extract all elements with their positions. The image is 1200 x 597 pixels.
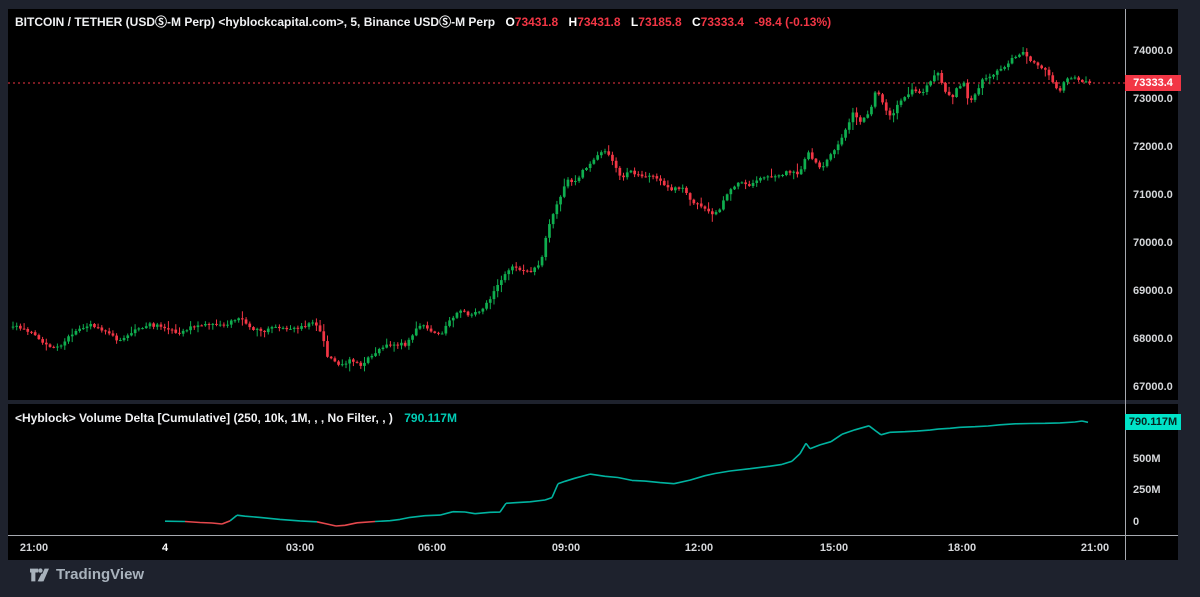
indicator-legend[interactable]: <Hyblock> Volume Delta [Cumulative] (250… — [15, 411, 457, 425]
tradingview-wordmark: TradingView — [56, 566, 144, 583]
ohlc-close-key: C — [692, 15, 701, 29]
volume-axis-label: 250M — [1133, 483, 1161, 497]
price-axis-label: 71000.0 — [1133, 188, 1173, 202]
price-axis-label: 68000.0 — [1133, 332, 1173, 346]
ohlc-close-value: 73333.4 — [701, 15, 744, 29]
time-axis-label: 09:00 — [552, 541, 580, 555]
time-axis-label: 06:00 — [418, 541, 446, 555]
volume-axis-label: 500M — [1133, 452, 1161, 466]
price-axis-border — [1125, 9, 1126, 560]
tradingview-icon — [30, 567, 49, 583]
symbol-legend[interactable]: BITCOIN / TETHER (USDⓈ-M Perp) <hyblockc… — [15, 13, 831, 30]
time-axis-label: 21:00 — [20, 541, 48, 555]
symbol-title[interactable]: BITCOIN / TETHER (USDⓈ-M Perp) <hyblockc… — [15, 15, 495, 29]
time-axis-day-label: 4 — [162, 541, 168, 555]
price-axis-label: 67000.0 — [1133, 380, 1173, 394]
ohlc-high-key: H — [569, 15, 578, 29]
price-axis-label: 73000.0 — [1133, 92, 1173, 106]
price-axis-label: 74000.0 — [1133, 44, 1173, 58]
last-volume-delta-badge: 790.117M — [1125, 414, 1181, 430]
price-axis-label: 70000.0 — [1133, 236, 1173, 250]
price-axis-label: 72000.0 — [1133, 140, 1173, 154]
time-axis-border — [8, 535, 1178, 536]
pane-divider[interactable] — [8, 400, 1178, 404]
tradingview-chart-window: BITCOIN / TETHER (USDⓈ-M Perp) <hyblockc… — [0, 0, 1200, 597]
time-axis-label: 15:00 — [820, 541, 848, 555]
indicator-title[interactable]: <Hyblock> Volume Delta [Cumulative] (250… — [15, 411, 393, 425]
ohlc-high-value: 73431.8 — [577, 15, 620, 29]
time-axis-label: 12:00 — [685, 541, 713, 555]
last-price-badge: 73333.4 — [1125, 75, 1181, 91]
ohlc-open-key: O — [505, 15, 514, 29]
time-axis-label: 18:00 — [948, 541, 976, 555]
tradingview-logo-link[interactable]: TradingView — [30, 566, 144, 583]
ohlc-open-value: 73431.8 — [515, 15, 558, 29]
change-value: -98.4 (-0.13%) — [754, 15, 831, 29]
time-axis-label: 03:00 — [286, 541, 314, 555]
ohlc-low-value: 73185.8 — [638, 15, 681, 29]
indicator-value: 790.117M — [404, 411, 457, 425]
price-pane[interactable] — [8, 9, 1125, 400]
volume-axis-label: 0 — [1133, 515, 1139, 529]
price-axis-label: 69000.0 — [1133, 284, 1173, 298]
time-axis-label: 21:00 — [1081, 541, 1109, 555]
